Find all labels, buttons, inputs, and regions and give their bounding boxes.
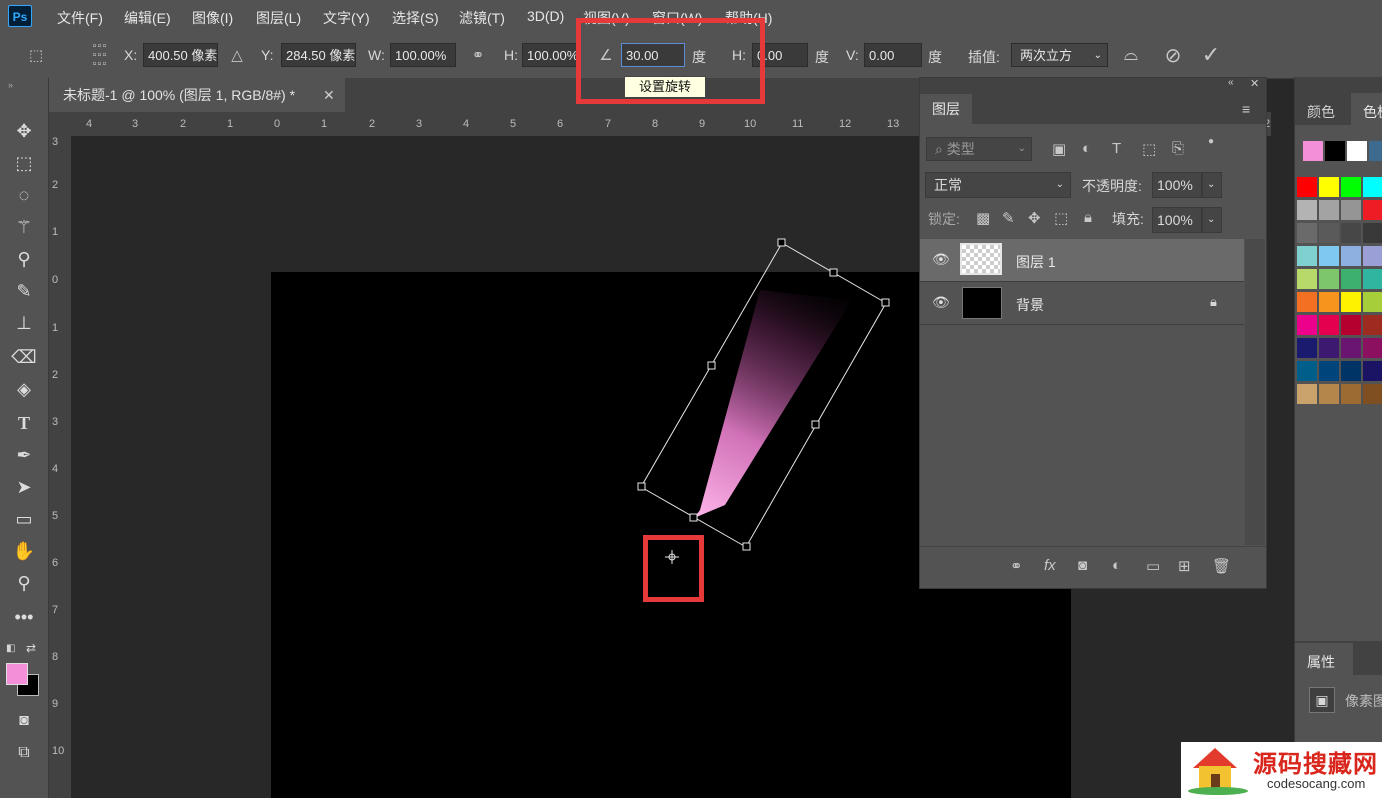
highlight-box-pivot — [643, 535, 704, 602]
layers-tab-row: 图层 ≡ — [920, 94, 1266, 124]
transform-handle — [742, 542, 751, 551]
house-logo-icon — [1188, 748, 1248, 795]
filter-pixel-icon[interactable]: ▣ — [1052, 140, 1066, 158]
filter-toggle-icon[interactable]: ● — [1208, 136, 1214, 147]
lock-label: 锁定: — [928, 211, 960, 227]
visibility-eye-icon[interactable]: 👁︎ — [932, 294, 950, 311]
filter-shape-icon[interactable]: ⬚ — [1142, 140, 1156, 158]
rotation-tooltip: 设置旋转 — [624, 76, 706, 98]
tab-layers[interactable]: 图层 — [920, 94, 972, 124]
layers-footer: ⚭ fx ◙ ◐ ▭ ⊞ 🗑︎ — [920, 546, 1266, 589]
transform-handle — [637, 482, 646, 491]
lock-position-icon[interactable]: ✥ — [1028, 209, 1041, 227]
collapse-panel-icon[interactable]: « — [1228, 77, 1234, 88]
watermark-url: codesocang.com — [1267, 776, 1366, 791]
watermark: 源码搜藏网 codesocang.com — [1181, 742, 1382, 798]
watermark-title: 源码搜藏网 — [1253, 751, 1378, 778]
transform-handle — [881, 298, 890, 307]
layer-filter-select[interactable]: ⌕ 类型 ⌄ — [926, 137, 1032, 161]
adjustment-layer-icon[interactable]: ◐ — [1112, 557, 1121, 574]
layers-panel-header: « ✕ — [920, 77, 1266, 94]
chevron-down-icon: ⌄ — [1017, 143, 1026, 154]
fill-field[interactable]: 100% — [1152, 207, 1202, 233]
lock-artboard-icon[interactable]: ⬚ — [1054, 209, 1068, 227]
layer-filter-placeholder: 类型 — [946, 141, 975, 157]
transform-handle — [689, 513, 698, 522]
layer-name[interactable]: 背景 — [1016, 295, 1044, 315]
new-group-icon[interactable]: ▭ — [1146, 557, 1160, 575]
filter-adjustment-icon[interactable]: ◐ — [1082, 140, 1091, 157]
layers-scrollbar[interactable] — [1245, 239, 1265, 545]
blend-mode-value: 正常 — [934, 177, 962, 193]
fill-label: 填充: — [1112, 211, 1144, 227]
layer-row-background[interactable]: 👁︎ 背景 🔒︎ — [920, 282, 1244, 325]
blend-mode-select[interactable]: 正常 ⌄ — [925, 172, 1071, 198]
filter-smart-object-icon[interactable]: ⎘ — [1172, 140, 1184, 157]
transform-handle — [777, 238, 786, 247]
chevron-down-icon: ⌄ — [1055, 179, 1064, 190]
layer-thumbnail — [960, 243, 1002, 275]
search-icon: ⌕ — [935, 141, 943, 157]
opacity-label: 不透明度: — [1082, 178, 1142, 194]
layer-name[interactable]: 图层 1 — [1016, 252, 1056, 272]
filter-type-icon[interactable]: T — [1112, 140, 1121, 157]
lock-transparency-icon[interactable]: ▩ — [976, 209, 990, 227]
layers-panel: « ✕ 图层 ≡ ⌕ 类型 ⌄ ▣ ◐ T ⬚ ⎘ ● 正常 ⌄ 不透明度: 1… — [919, 77, 1267, 589]
link-layers-icon[interactable]: ⚭ — [1010, 557, 1023, 575]
transform-handle — [707, 361, 716, 370]
lock-image-icon[interactable]: ✎ — [1002, 209, 1015, 227]
fx-icon[interactable]: fx — [1044, 557, 1056, 574]
opacity-field[interactable]: 100% — [1152, 172, 1202, 198]
opacity-chevron-icon[interactable]: ⌄ — [1202, 172, 1222, 198]
panel-menu-icon[interactable]: ≡ — [1242, 101, 1250, 117]
fill-chevron-icon[interactable]: ⌄ — [1202, 207, 1222, 233]
transform-handle — [811, 420, 820, 429]
add-mask-icon[interactable]: ◙ — [1078, 557, 1087, 574]
transform-handle — [829, 268, 838, 277]
delete-layer-icon[interactable]: 🗑︎ — [1212, 557, 1231, 575]
lock-icon: 🔒︎ — [1210, 294, 1217, 309]
layer-row-layer1[interactable]: 👁︎ 图层 1 — [920, 239, 1244, 282]
visibility-eye-icon[interactable]: 👁︎ — [932, 251, 950, 268]
lock-all-icon[interactable]: 🔒︎ — [1084, 209, 1092, 226]
layer-thumbnail — [962, 287, 1002, 319]
close-panel-icon[interactable]: ✕ — [1250, 77, 1259, 90]
new-layer-icon[interactable]: ⊞ — [1178, 557, 1191, 575]
